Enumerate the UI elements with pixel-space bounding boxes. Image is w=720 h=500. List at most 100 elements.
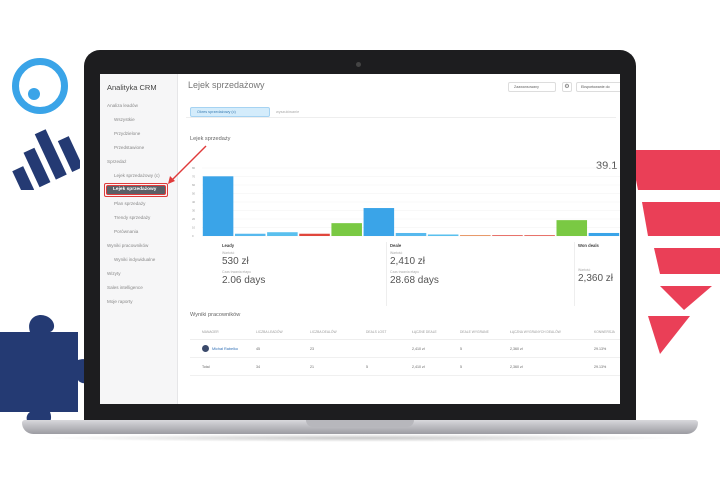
stage-value-label: Wartość xyxy=(390,251,403,255)
bar-chart-decoration xyxy=(12,129,80,190)
table-cell: 21 xyxy=(310,365,314,369)
chart-bar[interactable] xyxy=(363,208,395,236)
highlight-box xyxy=(104,183,168,197)
chart-bar[interactable] xyxy=(267,232,298,236)
column-header[interactable]: MANAGER xyxy=(202,330,219,334)
sidebar-item-visits[interactable]: Wizyty xyxy=(107,271,121,276)
chart-bar[interactable] xyxy=(524,235,555,236)
sidebar-item-my-reports[interactable]: Moje raporty xyxy=(107,299,133,304)
chart-bar[interactable] xyxy=(460,235,491,236)
stage-value: 2,410 zł xyxy=(390,256,426,267)
sidebar-item-individual-results[interactable]: Wyniki indywidualne xyxy=(114,257,155,262)
stage-time: 2.06 days xyxy=(222,275,266,286)
magnifier-ring-decoration xyxy=(12,58,68,114)
y-tick-label: 40 xyxy=(192,200,196,204)
chart-bar[interactable] xyxy=(234,233,266,236)
chart-bar[interactable] xyxy=(556,220,588,236)
stage-time: 28.68 days xyxy=(390,275,439,286)
stage-label: Leady xyxy=(222,243,235,248)
table-cell: 23 xyxy=(310,347,314,351)
y-tick-label: 50 xyxy=(192,192,196,196)
stage-label: Won deals xyxy=(578,243,599,248)
chart-bar[interactable] xyxy=(202,176,234,236)
column-header[interactable]: DEALE WYGRANE xyxy=(460,330,489,334)
y-tick-label: 70 xyxy=(192,175,196,179)
column-header[interactable]: ŁĄCZNE DEALE xyxy=(412,330,437,334)
sidebar-item-presented[interactable]: Przedstawione xyxy=(114,145,144,150)
results-section-title: Wyniki pracowników xyxy=(190,312,241,318)
stage-value: 530 zł xyxy=(222,256,249,267)
table-header: MANAGER LICZBA LEADÓW LICZBA DEALÓW DEAL… xyxy=(190,326,620,340)
y-tick-label: 80 xyxy=(192,166,196,170)
stage-label: Deale xyxy=(390,243,402,248)
sidebar-item-sales[interactable]: Sprzedaż xyxy=(107,159,126,164)
table-cell: 5 xyxy=(460,365,462,369)
table-cell: 5 xyxy=(460,347,462,351)
sidebar: Analityka CRM Analiza leadów Wszystkie P… xyxy=(100,74,178,404)
chart-bar[interactable] xyxy=(588,232,620,236)
table-row: Total 34 21 5 2,410 zł 5 2,360 zł 29.13% xyxy=(190,358,620,376)
sidebar-item-lead-analysis[interactable]: Analiza leadów xyxy=(107,103,138,108)
stage-panel-deals: Deale Wartość 2,410 zł Czas trwania etap… xyxy=(390,243,439,286)
stage-value: 2,360 zł xyxy=(578,273,614,284)
page-title: Lejek sprzedażowy xyxy=(188,80,265,90)
period-filter-chip[interactable]: Okres sprzedażowy (c) xyxy=(190,107,270,117)
column-header[interactable]: LICZBA DEALÓW xyxy=(310,330,337,334)
main-content: Lejek sprzedażowy Zaawansowany ⚙ Eksport… xyxy=(178,74,620,404)
table-cell: 2,410 zł xyxy=(412,365,425,369)
sidebar-item-all[interactable]: Wszystkie xyxy=(114,117,135,122)
stage-time-label: Czas trwania etapu xyxy=(222,270,252,274)
search-input[interactable]: wyszukiwanie xyxy=(276,107,299,117)
avatar xyxy=(202,345,209,352)
column-header[interactable]: ŁĄCZNA WYGRANYCH DEALÓW xyxy=(510,330,561,334)
y-tick-label: 20 xyxy=(192,217,196,221)
funnel-bar-chart: 80 70 60 50 40 30 20 10 0 xyxy=(192,166,620,238)
column-header[interactable]: DEALS LOST xyxy=(366,330,386,334)
table-cell: 34 xyxy=(256,365,260,369)
app-screen: Analityka CRM Analiza leadów Wszystkie P… xyxy=(100,74,620,404)
table-cell: 29.13% xyxy=(594,365,607,369)
laptop-shadow xyxy=(36,434,684,442)
chart-bar[interactable] xyxy=(427,234,459,236)
results-table: MANAGER LICZBA LEADÓW LICZBA DEALÓW DEAL… xyxy=(190,326,620,376)
chart-bar[interactable] xyxy=(331,223,362,236)
y-tick-label: 10 xyxy=(192,226,196,230)
camera-dot xyxy=(356,62,361,67)
column-header[interactable]: LICZBA LEADÓW xyxy=(256,330,283,334)
chart-bar[interactable] xyxy=(395,232,427,236)
export-button[interactable]: Eksportowanie do xyxy=(576,82,620,92)
table-cell: 45 xyxy=(256,347,260,351)
table-cell: 2,410 zł xyxy=(412,347,425,351)
stage-time-label: Czas trwania etapu xyxy=(390,270,420,274)
sidebar-item-employee-results[interactable]: Wyniki pracowników xyxy=(107,243,148,248)
sidebar-item-assigned[interactable]: Przydzielone xyxy=(114,131,140,136)
table-cell: 2,360 zł xyxy=(510,365,523,369)
y-tick-label: 30 xyxy=(192,209,196,213)
filter-bar: Okres sprzedażowy (c) wyszukiwanie xyxy=(186,106,616,118)
sidebar-item-sales-plan[interactable]: Plan sprzedaży xyxy=(114,201,145,206)
magnifier-dot-decoration xyxy=(28,88,40,100)
stage-panel-won-deals: Won deals Wartość 2,360 zł xyxy=(578,243,613,284)
total-label: Total xyxy=(202,365,210,369)
y-tick-label: 0 xyxy=(192,234,194,238)
sidebar-item-comparisons[interactable]: Porównania xyxy=(114,229,138,234)
chart-bar[interactable] xyxy=(299,233,330,236)
gear-icon[interactable]: ⚙ xyxy=(562,82,572,92)
funnel-section-title: Lejek sprzedaży xyxy=(190,136,231,142)
sidebar-item-sales-intelligence[interactable]: Sales intelligence xyxy=(107,285,143,290)
column-header[interactable]: KONWERSJA xyxy=(594,330,615,334)
sidebar-item-sales-funnel-c[interactable]: Lejek sprzedażowy (c) xyxy=(114,173,160,178)
panel-divider xyxy=(574,242,575,306)
laptop-notch xyxy=(306,420,414,427)
table-row: Michał Rabelko 45 23 2,410 zł 5 2,360 zł… xyxy=(190,340,620,358)
table-cell: 2,360 zł xyxy=(510,347,523,351)
panel-divider xyxy=(386,242,387,306)
employee-link[interactable]: Michał Rabelko xyxy=(212,347,238,351)
view-mode-select[interactable]: Zaawansowany xyxy=(508,82,556,92)
table-cell: 5 xyxy=(366,365,368,369)
chart-bar[interactable] xyxy=(492,235,523,236)
stage-value-label: Wartość xyxy=(578,268,591,272)
sidebar-item-sales-trends[interactable]: Trendy sprzedaży xyxy=(114,215,150,220)
app-title: Analityka CRM xyxy=(107,83,157,92)
stage-panel-leads: Leady Wartość 530 zł Czas trwania etapu … xyxy=(222,243,265,286)
